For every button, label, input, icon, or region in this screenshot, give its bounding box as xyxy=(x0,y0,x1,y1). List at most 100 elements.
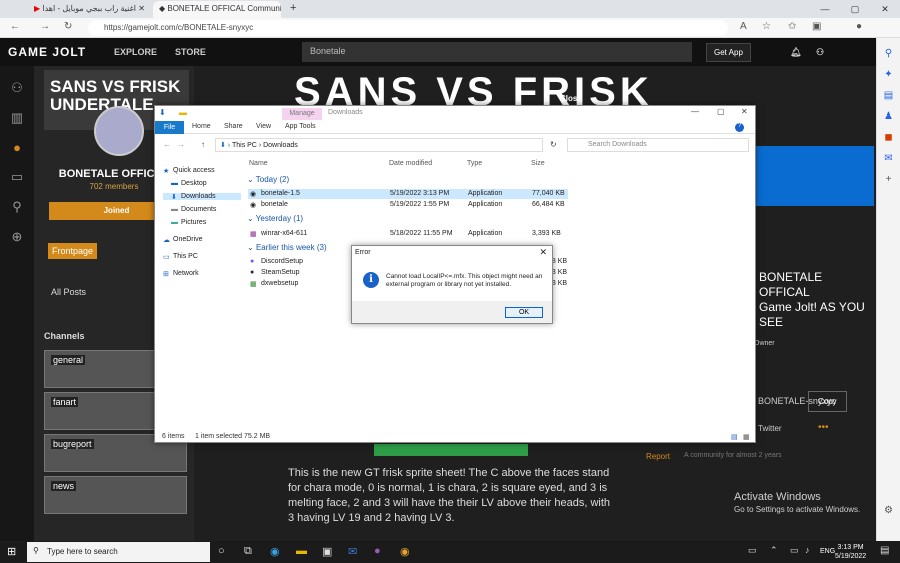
tiles-view-icon[interactable]: ▦ xyxy=(743,433,750,441)
refresh-icon[interactable]: ↻ xyxy=(64,21,72,32)
col-date[interactable]: Date modified xyxy=(389,160,432,167)
nav-onedrive[interactable]: ☁ OneDrive xyxy=(163,236,203,244)
forward-icon[interactable]: → xyxy=(177,140,185,149)
file-row[interactable]: ◉ bonetale-1.5 5/19/2022 3:13 PM Applica… xyxy=(248,189,568,199)
browser-tab-youtube[interactable]: ▶ اغنية راب ببجي موبايل - اهدا ✕ xyxy=(28,1,150,18)
path-box[interactable]: ⬇ › This PC › Downloads xyxy=(215,138,543,152)
close-button[interactable]: ✕ xyxy=(870,0,900,18)
add-icon[interactable]: + xyxy=(877,174,900,185)
maximize-button[interactable]: ▢ xyxy=(840,0,870,18)
manage-tab[interactable]: Manage xyxy=(282,108,322,120)
search-icon[interactable]: ⚲ xyxy=(0,199,34,215)
store-icon[interactable]: ▣ xyxy=(322,545,332,558)
taskbar-clock[interactable]: 3:13 PM 5/19/2022 xyxy=(835,543,866,561)
back-icon[interactable]: ← xyxy=(163,140,171,149)
view-tab[interactable]: View xyxy=(256,123,271,130)
settings-icon[interactable]: ⚙ xyxy=(877,505,900,516)
all-posts-link[interactable]: All Posts xyxy=(51,287,86,297)
file-row[interactable]: ▦ winrar-x64-611 5/18/2022 11:55 PM Appl… xyxy=(248,229,568,239)
controller-icon[interactable]: ▭ xyxy=(0,169,34,185)
edge-icon[interactable]: ◉ xyxy=(270,545,280,558)
gamejolt-logo[interactable]: GAME JOLT xyxy=(8,45,86,59)
user-icon[interactable]: ⚇ xyxy=(0,80,34,96)
nav-this-pc[interactable]: ▭ This PC xyxy=(163,253,198,261)
up-icon[interactable]: ↑ xyxy=(201,140,205,149)
nav-network[interactable]: ⊞ Network xyxy=(163,270,199,278)
gamejolt-search[interactable]: Bonetale xyxy=(302,42,692,62)
close-button[interactable]: Close xyxy=(560,94,582,103)
office-icon[interactable]: ◼ xyxy=(877,132,900,143)
maximize-button[interactable]: ▢ xyxy=(717,107,725,116)
windows-start-icon[interactable]: ⊞ xyxy=(7,545,16,558)
new-tab-button[interactable]: + xyxy=(284,1,302,18)
search-downloads-input[interactable]: Search Downloads xyxy=(567,138,749,152)
tray-icon[interactable]: ▭ xyxy=(748,545,757,556)
nav-documents[interactable]: ▬ Documents xyxy=(171,206,216,213)
minimize-button[interactable]: — xyxy=(691,107,699,116)
get-app-button[interactable]: Get App xyxy=(706,43,751,62)
details-view-icon[interactable]: ▤ xyxy=(731,433,738,441)
frontpage-button[interactable]: Frontpage xyxy=(48,243,98,259)
file-explorer-icon[interactable]: ▬ xyxy=(296,545,307,557)
more-menu[interactable]: ••• xyxy=(818,422,829,433)
file-row[interactable]: ◉ bonetale 5/19/2022 1:55 PM Application… xyxy=(248,200,568,210)
search-icon[interactable]: ⚲ xyxy=(877,48,900,59)
read-aloud-icon[interactable]: A xyxy=(740,21,747,32)
col-size[interactable]: Size xyxy=(531,160,545,167)
nav-pictures[interactable]: ▬ Pictures xyxy=(171,219,206,226)
cortana-icon[interactable]: ○ xyxy=(218,545,225,557)
network-icon[interactable]: ▭ xyxy=(790,545,799,556)
home-tab[interactable]: Home xyxy=(192,123,211,130)
bonetale-app-icon[interactable]: ◉ xyxy=(400,545,410,558)
group-yesterday[interactable]: ⌄ Yesterday (1) xyxy=(247,214,303,223)
browser-tab-gamejolt[interactable]: ◆ BONETALE OFFICAL Community ✕ xyxy=(153,1,281,18)
close-button[interactable]: ✕ xyxy=(741,107,748,116)
dialog-close-icon[interactable]: ✕ xyxy=(539,247,547,258)
bell-icon[interactable]: 🔔︎ xyxy=(790,47,801,58)
add-icon[interactable]: ⊕ xyxy=(0,229,34,245)
share-tab[interactable]: Share xyxy=(224,123,243,130)
url-field[interactable]: https://gamejolt.com/c/BONETALE-snyxyc xyxy=(88,20,728,36)
explore-link[interactable]: EXPLORE xyxy=(114,47,157,57)
nav-quick-access[interactable]: ★ Quick access xyxy=(163,167,215,175)
copy-button[interactable]: Copy xyxy=(808,391,847,412)
group-today[interactable]: ⌄ Today (2) xyxy=(247,175,289,184)
outlook-icon[interactable]: ✉ xyxy=(877,153,900,164)
refresh-icon[interactable]: ↻ xyxy=(550,140,557,149)
back-icon[interactable]: ← xyxy=(10,21,20,32)
minimize-button[interactable]: — xyxy=(810,0,840,18)
col-type[interactable]: Type xyxy=(467,160,482,167)
games-icon[interactable]: ♟ xyxy=(877,111,900,122)
tools-icon[interactable]: ▤ xyxy=(877,90,900,101)
favorite-icon[interactable]: ☆ xyxy=(762,21,771,32)
help-icon[interactable]: ? xyxy=(735,123,744,132)
app-tools-tab[interactable]: App Tools xyxy=(285,123,316,130)
notifications-icon[interactable]: ▤ xyxy=(880,545,889,556)
language-indicator[interactable]: ENG xyxy=(820,548,835,555)
mail-icon[interactable]: ✉ xyxy=(348,545,357,558)
discord-icon[interactable]: ● xyxy=(374,545,381,557)
twitter-link[interactable]: Twitter xyxy=(758,424,782,433)
col-name[interactable]: Name xyxy=(249,160,268,167)
taskbar-search[interactable]: ⚲ Type here to search xyxy=(27,542,210,562)
nav-downloads[interactable]: ⬇ Downloads xyxy=(163,193,241,201)
show-hidden-icon[interactable]: ⌃ xyxy=(770,545,778,556)
favorites-icon[interactable]: ✩ xyxy=(788,21,796,32)
profile-avatar[interactable]: ● xyxy=(856,21,862,32)
volume-icon[interactable]: ♪ xyxy=(805,545,810,555)
library-icon[interactable]: ▥ xyxy=(0,110,34,126)
breadcrumb-downloads[interactable]: Downloads xyxy=(263,142,298,149)
breadcrumb-this-pc[interactable]: This PC xyxy=(232,142,257,149)
nav-desktop[interactable]: ▬ Desktop xyxy=(171,180,207,187)
post-action-bar[interactable] xyxy=(374,444,528,456)
store-link[interactable]: STORE xyxy=(175,47,206,57)
task-view-icon[interactable]: ⧉ xyxy=(244,545,252,558)
ok-button[interactable]: OK xyxy=(505,307,543,318)
channel-news[interactable]: news xyxy=(44,476,187,514)
file-tab[interactable]: File xyxy=(155,121,184,134)
collections-icon[interactable]: ▣ xyxy=(812,21,821,32)
forward-icon[interactable]: → xyxy=(40,21,50,32)
sparkle-icon[interactable]: ✦ xyxy=(877,69,900,80)
friends-icon[interactable]: ⚇ xyxy=(816,47,824,58)
channel-avatar[interactable]: ● xyxy=(0,140,34,155)
